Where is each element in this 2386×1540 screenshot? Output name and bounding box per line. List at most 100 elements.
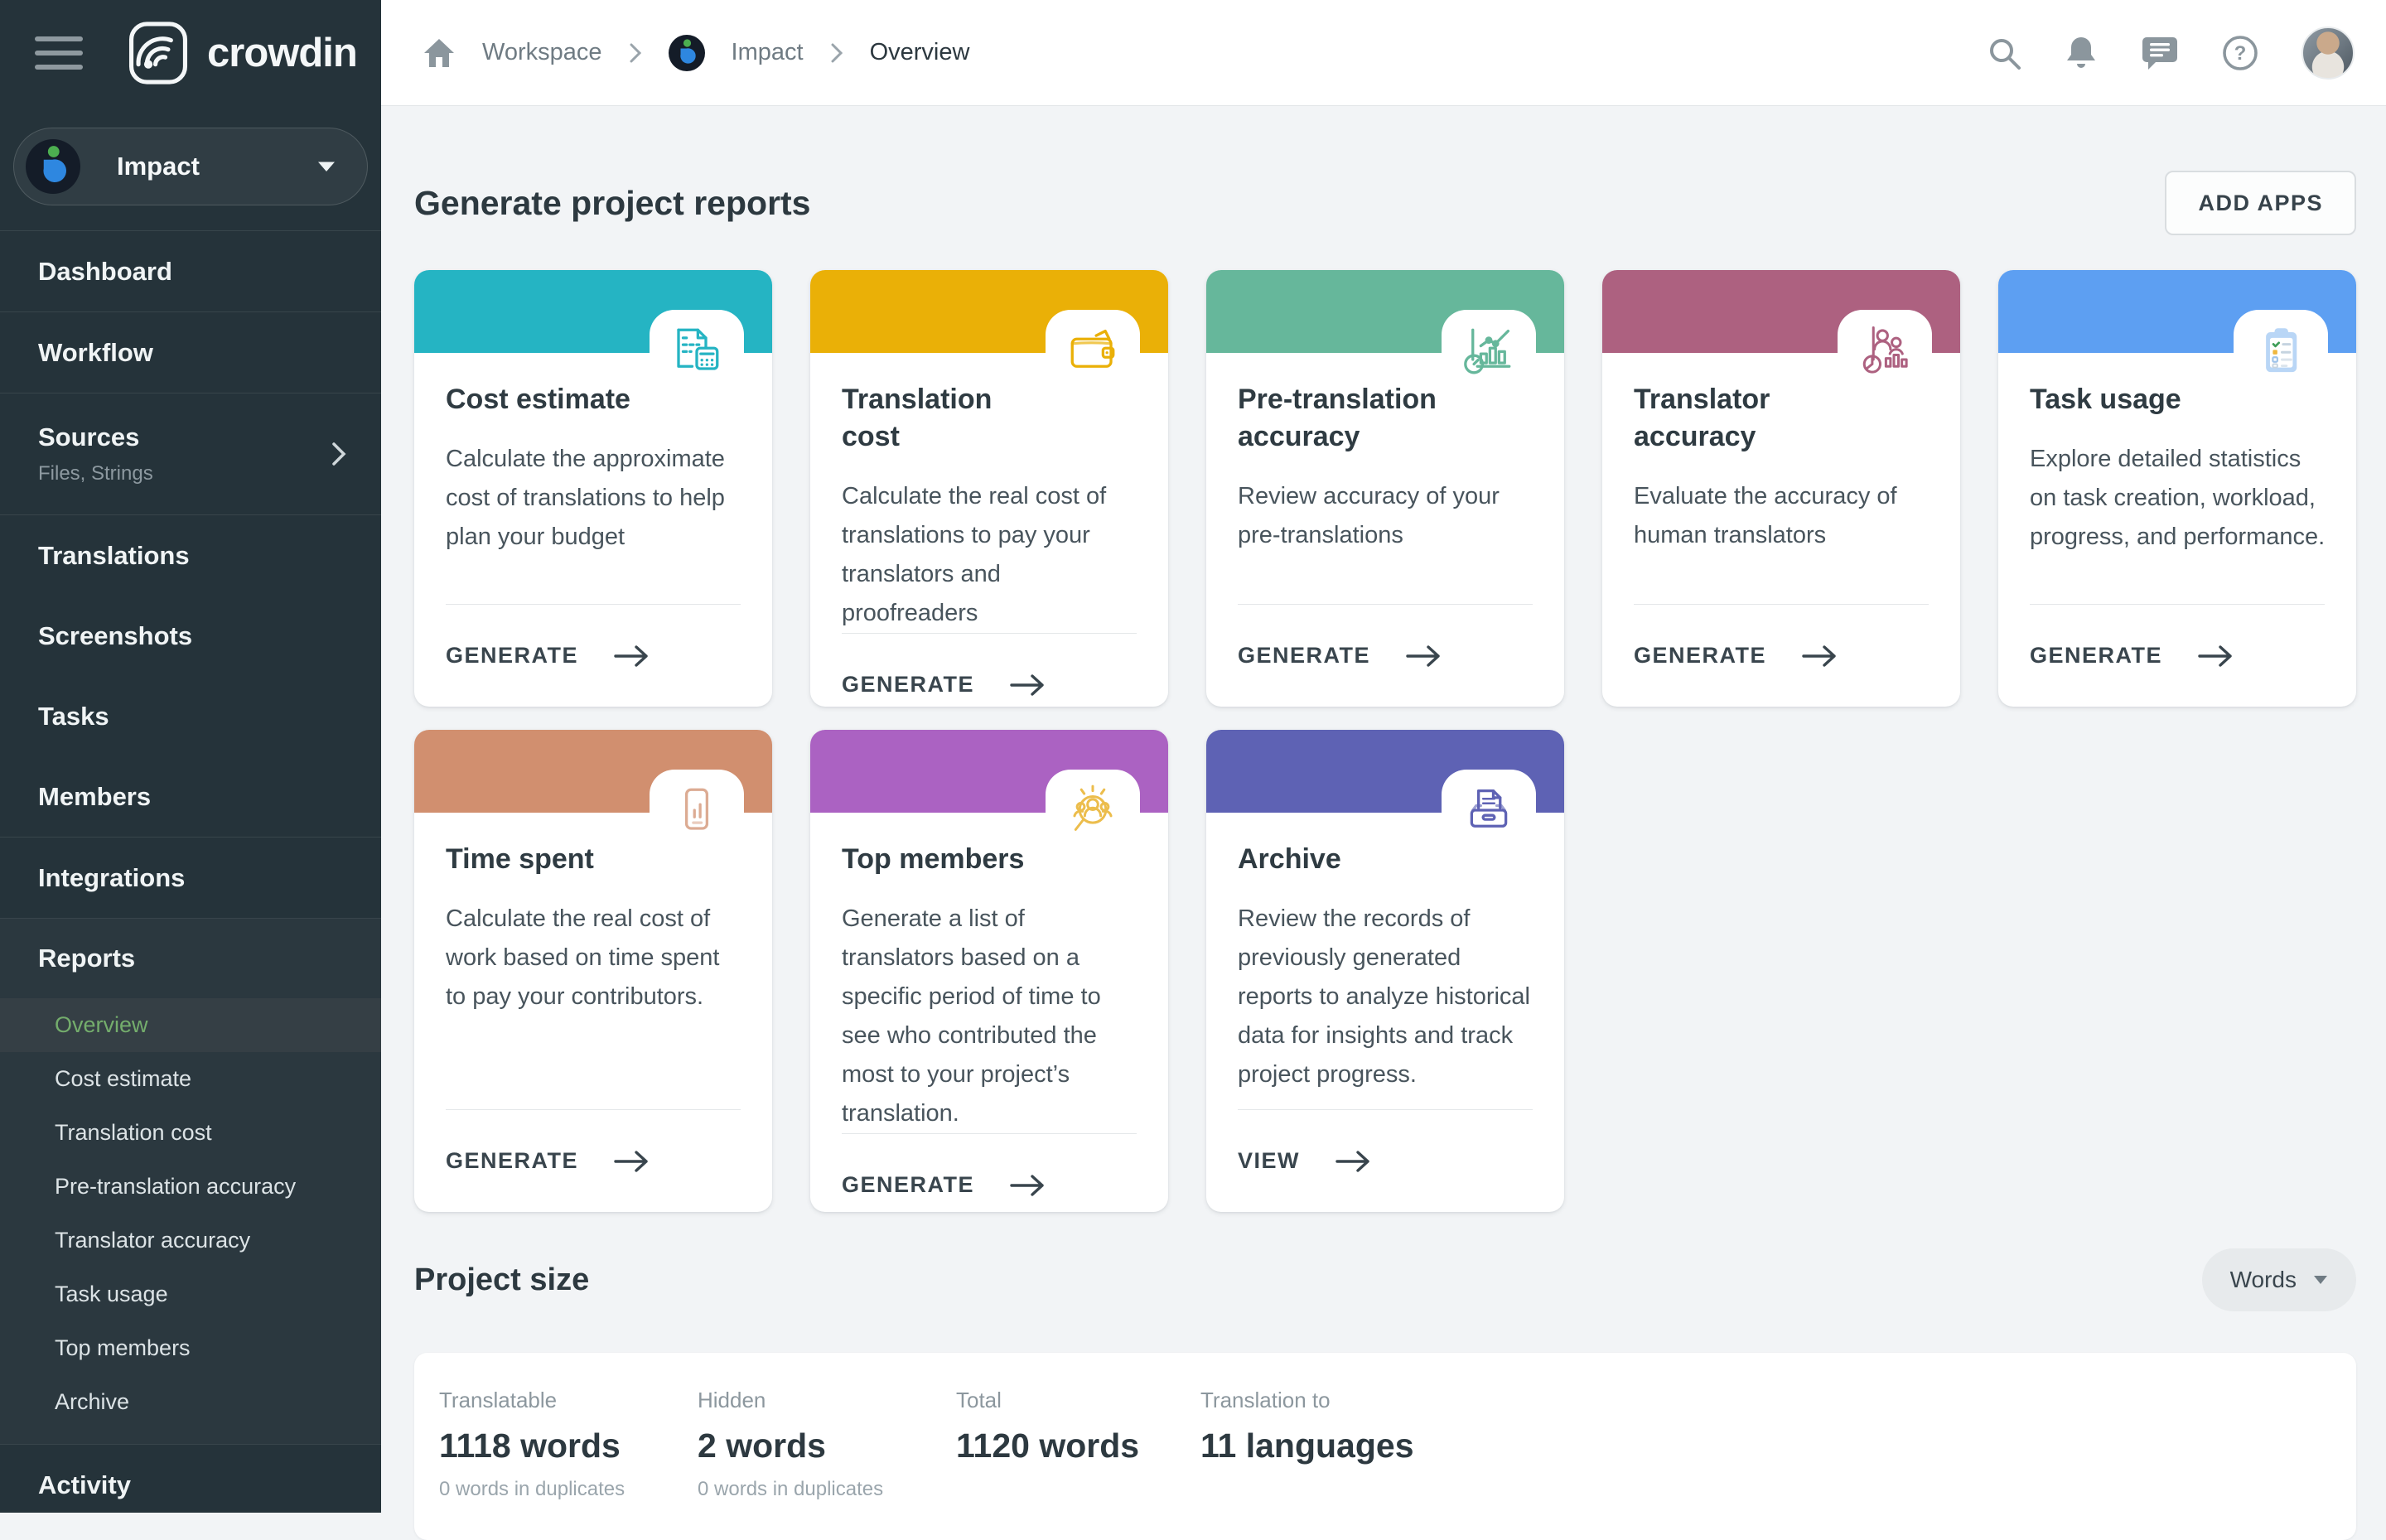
- project-selector[interactable]: Impact: [13, 128, 368, 205]
- sidebar-item-dashboard[interactable]: Dashboard: [0, 231, 381, 311]
- task-clipboard-icon: [2253, 323, 2308, 378]
- breadcrumb-workspace[interactable]: Workspace: [482, 39, 602, 66]
- card-description: Calculate the real cost of work based on…: [446, 900, 742, 1016]
- card-icon-notch: [2234, 310, 2328, 391]
- stat-note: 0 words in duplicates: [439, 1478, 698, 1501]
- sidebar-subitem-label: Cost estimate: [55, 1066, 191, 1092]
- arrow-right-icon: [1801, 644, 1839, 669]
- sidebar-item-members[interactable]: Members: [0, 756, 381, 837]
- card-body: Translation cost Calculate the real cost…: [810, 353, 1168, 633]
- generate-link[interactable]: GENERATE: [446, 1109, 741, 1212]
- sidebar-subitem-archive[interactable]: Archive: [0, 1375, 381, 1429]
- user-avatar[interactable]: [2301, 27, 2355, 80]
- card-icon-notch: [1838, 310, 1932, 391]
- sidebar-subitem-overview[interactable]: Overview: [0, 998, 381, 1052]
- sidebar-item-integrations[interactable]: Integrations: [0, 838, 381, 918]
- crowdin-logo[interactable]: crowdin: [124, 19, 357, 87]
- sidebar-subitem-label: Pre-translation accuracy: [55, 1174, 296, 1200]
- generate-label: GENERATE: [842, 672, 974, 698]
- sidebar-item-label: Activity: [38, 1470, 131, 1500]
- sidebar-subitem-translator-accuracy[interactable]: Translator accuracy: [0, 1214, 381, 1267]
- card-icon-notch: [1046, 310, 1140, 391]
- project-size-head: Project size Words: [414, 1248, 2356, 1311]
- sidebar-subitem-task-usage[interactable]: Task usage: [0, 1267, 381, 1321]
- stat-hidden: Hidden 2 words 0 words in duplicates: [698, 1388, 956, 1540]
- sidebar-nav: Dashboard Workflow Sources Files, String…: [0, 231, 381, 1525]
- generate-link[interactable]: GENERATE: [1634, 604, 1929, 707]
- page-title: Generate project reports: [414, 184, 811, 223]
- stat-label: Total: [956, 1388, 1200, 1413]
- add-apps-button[interactable]: ADD APPS: [2165, 171, 2356, 235]
- sidebar-subitem-pre-translation-accuracy[interactable]: Pre-translation accuracy: [0, 1160, 381, 1214]
- generate-link[interactable]: GENERATE: [2030, 604, 2325, 707]
- arrow-right-icon: [1009, 1173, 1047, 1198]
- menu-icon[interactable]: [35, 36, 83, 70]
- time-device-icon: [669, 783, 724, 838]
- arrow-right-icon: [613, 1149, 651, 1174]
- help-icon[interactable]: ?: [2222, 35, 2258, 71]
- sidebar-reports-section: Reports Overview Cost estimate Translati…: [0, 919, 381, 1444]
- unit-select[interactable]: Words: [2202, 1248, 2356, 1311]
- card-title: Translation cost: [842, 381, 1138, 456]
- arrow-right-icon: [2197, 644, 2235, 669]
- crowdin-logo-icon: [124, 19, 192, 87]
- card-icon-notch: [650, 310, 744, 391]
- card-body: Top members Generate a list of translato…: [810, 813, 1168, 1133]
- generate-label: GENERATE: [446, 1148, 578, 1174]
- stat-value: 11 languages: [1200, 1427, 1459, 1465]
- sidebar-item-reports[interactable]: Reports: [0, 919, 381, 998]
- chevron-right-icon: [331, 442, 346, 466]
- sidebar-subitem-translation-cost[interactable]: Translation cost: [0, 1106, 381, 1160]
- arrow-right-icon: [1009, 673, 1047, 698]
- notifications-bell-icon[interactable]: [2065, 35, 2098, 71]
- sidebar-item-translations[interactable]: Translations: [0, 515, 381, 596]
- sidebar-item-screenshots[interactable]: Screenshots: [0, 596, 381, 676]
- sidebar-item-label: Reports: [38, 944, 135, 973]
- invoice-calculator-icon: [669, 323, 724, 378]
- card-body: Time spent Calculate the real cost of wo…: [414, 813, 772, 1109]
- chevron-separator-icon: [629, 42, 642, 64]
- sidebar-item-activity[interactable]: Activity: [0, 1445, 381, 1525]
- generate-label: GENERATE: [446, 643, 578, 669]
- generate-link[interactable]: GENERATE: [842, 633, 1137, 707]
- home-icon[interactable]: [423, 37, 456, 69]
- stat-label: Translation to: [1200, 1388, 1459, 1413]
- sidebar-item-tasks[interactable]: Tasks: [0, 676, 381, 756]
- sidebar-item-workflow[interactable]: Workflow: [0, 312, 381, 393]
- card-icon-notch: [650, 770, 744, 851]
- project-name: Impact: [117, 152, 317, 181]
- generate-link[interactable]: GENERATE: [1238, 604, 1533, 707]
- sidebar-subitem-cost-estimate[interactable]: Cost estimate: [0, 1052, 381, 1106]
- card-description: Review the records of previously generat…: [1238, 900, 1534, 1094]
- breadcrumb-project[interactable]: Impact: [732, 39, 804, 66]
- generate-link[interactable]: GENERATE: [842, 1133, 1137, 1212]
- accuracy-chart-icon: [1461, 323, 1516, 378]
- arrow-right-icon: [613, 644, 651, 669]
- page-head: Generate project reports ADD APPS: [414, 171, 2356, 235]
- arrow-right-icon: [1405, 644, 1443, 669]
- generate-link[interactable]: GENERATE: [446, 604, 741, 707]
- members-search-icon: [1065, 783, 1120, 838]
- stat-label: Hidden: [698, 1388, 956, 1413]
- translator-stats-icon: [1857, 323, 1912, 378]
- stat-value: 1120 words: [956, 1427, 1200, 1465]
- sidebar-item-label: Members: [38, 782, 151, 812]
- sidebar-item-label: Tasks: [38, 702, 109, 731]
- topbar: Workspace Impact Overview ?: [381, 0, 2386, 106]
- sidebar-subitem-top-members[interactable]: Top members: [0, 1321, 381, 1375]
- sidebar-item-label: Dashboard: [38, 257, 172, 287]
- sidebar-item-sublabel: Files, Strings: [38, 462, 153, 485]
- chat-icon[interactable]: [2141, 35, 2179, 71]
- view-link[interactable]: VIEW: [1238, 1109, 1533, 1212]
- card-title: Pre-translation accuracy: [1238, 381, 1534, 456]
- search-icon[interactable]: [1987, 36, 2021, 70]
- card-description: Calculate the approximate cost of transl…: [446, 440, 742, 557]
- arrow-right-icon: [1335, 1149, 1373, 1174]
- card-title: Translator accuracy: [1634, 381, 1930, 456]
- card-body: Archive Review the records of previously…: [1206, 813, 1564, 1109]
- sidebar-item-label: Translations: [38, 541, 190, 571]
- stat-translation-to: Translation to 11 languages: [1200, 1388, 1459, 1540]
- topbar-actions: ?: [1987, 27, 2355, 80]
- sidebar-item-label: Screenshots: [38, 621, 192, 651]
- sidebar-item-sources[interactable]: Sources Files, Strings: [0, 393, 381, 514]
